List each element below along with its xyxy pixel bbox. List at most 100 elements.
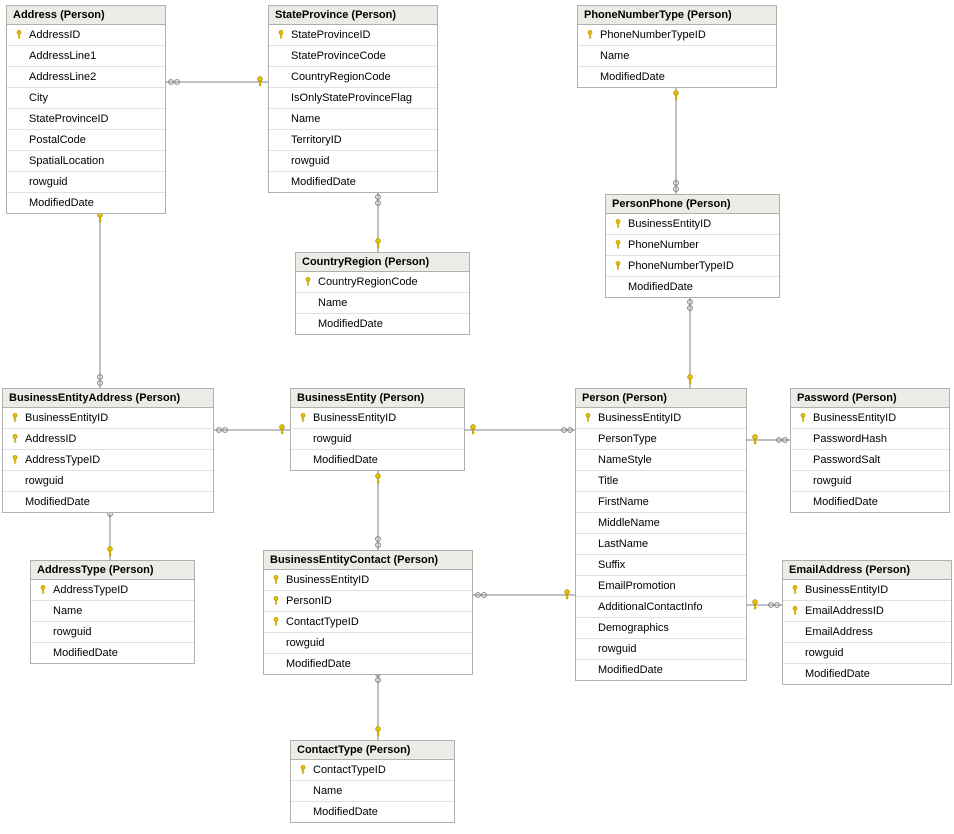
table-stateprovince[interactable]: StateProvince (Person)StateProvinceIDSta… <box>268 5 438 193</box>
table-column[interactable]: ModifiedDate <box>791 492 949 512</box>
table-column[interactable]: PhoneNumberTypeID <box>606 256 779 277</box>
table-header[interactable]: Password (Person) <box>791 389 949 408</box>
table-column[interactable]: ModifiedDate <box>578 67 776 87</box>
table-column[interactable]: AddressTypeID <box>31 580 194 601</box>
table-column[interactable]: MiddleName <box>576 513 746 534</box>
table-bec[interactable]: BusinessEntityContact (Person)BusinessEn… <box>263 550 473 675</box>
table-column[interactable]: CountryRegionCode <box>269 67 437 88</box>
table-header[interactable]: EmailAddress (Person) <box>783 561 951 580</box>
table-personphone[interactable]: PersonPhone (Person)BusinessEntityIDPhon… <box>605 194 780 298</box>
table-column[interactable]: Suffix <box>576 555 746 576</box>
table-column[interactable]: rowguid <box>7 172 165 193</box>
table-contacttype[interactable]: ContactType (Person)ContactTypeID Name Mod… <box>290 740 455 823</box>
table-countryregion[interactable]: CountryRegion (Person)CountryRegionCodeN… <box>295 252 470 335</box>
column-name: Name <box>598 48 629 64</box>
table-column[interactable]: ModifiedDate <box>3 492 213 512</box>
table-header[interactable]: PersonPhone (Person) <box>606 195 779 214</box>
table-column[interactable]: PersonID <box>264 591 472 612</box>
table-column[interactable]: Title <box>576 471 746 492</box>
table-column[interactable]: IsOnlyStateProvinceFlag <box>269 88 437 109</box>
table-header[interactable]: ContactType (Person) <box>291 741 454 760</box>
table-column[interactable]: SpatialLocation <box>7 151 165 172</box>
table-column[interactable]: Demographics <box>576 618 746 639</box>
table-column[interactable]: PhoneNumberTypeID <box>578 25 776 46</box>
column-name: AddressLine1 <box>27 48 96 64</box>
table-column[interactable]: ModifiedDate <box>7 193 165 213</box>
table-column[interactable]: ModifiedDate <box>296 314 469 334</box>
table-header[interactable]: AddressType (Person) <box>31 561 194 580</box>
table-column[interactable]: BusinessEntityID <box>576 408 746 429</box>
table-column[interactable]: PasswordSalt <box>791 450 949 471</box>
table-column[interactable]: rowguid <box>576 639 746 660</box>
table-column[interactable]: PostalCode <box>7 130 165 151</box>
table-column[interactable]: ModifiedDate <box>269 172 437 192</box>
table-person[interactable]: Person (Person)BusinessEntityIDPersonTyp… <box>575 388 747 681</box>
table-column[interactable]: Name <box>31 601 194 622</box>
table-column[interactable]: Name <box>291 781 454 802</box>
table-column[interactable]: ModifiedDate <box>606 277 779 297</box>
table-column[interactable]: ContactTypeID <box>291 760 454 781</box>
table-column[interactable]: ModifiedDate <box>291 450 464 470</box>
table-header[interactable]: StateProvince (Person) <box>269 6 437 25</box>
table-column[interactable]: StateProvinceCode <box>269 46 437 67</box>
table-column[interactable]: PasswordHash <box>791 429 949 450</box>
table-column[interactable]: AddressLine2 <box>7 67 165 88</box>
table-column[interactable]: StateProvinceID <box>269 25 437 46</box>
table-column[interactable]: rowguid <box>791 471 949 492</box>
table-header[interactable]: BusinessEntityAddress (Person) <box>3 389 213 408</box>
table-addresstype[interactable]: AddressType (Person)AddressTypeIDNamerow… <box>30 560 195 664</box>
table-header[interactable]: CountryRegion (Person) <box>296 253 469 272</box>
table-header[interactable]: BusinessEntityContact (Person) <box>264 551 472 570</box>
table-header[interactable]: Address (Person) <box>7 6 165 25</box>
table-column[interactable]: EmailAddressID <box>783 601 951 622</box>
table-column[interactable]: AddressID <box>7 25 165 46</box>
table-column[interactable]: Name <box>296 293 469 314</box>
table-column[interactable]: BusinessEntityID <box>3 408 213 429</box>
table-column[interactable]: TerritoryID <box>269 130 437 151</box>
table-header[interactable]: Person (Person) <box>576 389 746 408</box>
table-bea[interactable]: BusinessEntityAddress (Person)BusinessEn… <box>2 388 214 513</box>
table-header[interactable]: BusinessEntity (Person) <box>291 389 464 408</box>
table-column[interactable]: AddressTypeID <box>3 450 213 471</box>
table-column[interactable]: ContactTypeID <box>264 612 472 633</box>
table-password[interactable]: Password (Person)BusinessEntityIDPasswor… <box>790 388 950 513</box>
table-column[interactable]: BusinessEntityID <box>791 408 949 429</box>
table-column[interactable]: rowguid <box>783 643 951 664</box>
relationship-key-icon <box>753 435 758 444</box>
table-column[interactable]: PhoneNumber <box>606 235 779 256</box>
table-column[interactable]: Name <box>269 109 437 130</box>
table-column[interactable]: City <box>7 88 165 109</box>
table-column[interactable]: AdditionalContactInfo <box>576 597 746 618</box>
table-emailaddress[interactable]: EmailAddress (Person)BusinessEntityIDEma… <box>782 560 952 685</box>
table-column[interactable]: BusinessEntityID <box>264 570 472 591</box>
table-column[interactable]: BusinessEntityID <box>783 580 951 601</box>
table-column[interactable]: BusinessEntityID <box>606 214 779 235</box>
table-column[interactable]: ModifiedDate <box>31 643 194 663</box>
table-column[interactable]: EmailAddress <box>783 622 951 643</box>
table-column[interactable]: ModifiedDate <box>264 654 472 674</box>
table-column[interactable]: rowguid <box>3 471 213 492</box>
table-address[interactable]: Address (Person)AddressID AddressLine1 Add… <box>6 5 166 214</box>
table-column[interactable]: StateProvinceID <box>7 109 165 130</box>
table-column[interactable]: rowguid <box>291 429 464 450</box>
table-column[interactable]: ModifiedDate <box>291 802 454 822</box>
table-column[interactable]: NameStyle <box>576 450 746 471</box>
table-phonenumtype[interactable]: PhoneNumberType (Person)PhoneNumberTypeI… <box>577 5 777 88</box>
table-column[interactable]: rowguid <box>269 151 437 172</box>
column-name: Name <box>311 783 342 799</box>
table-column[interactable]: LastName <box>576 534 746 555</box>
table-header[interactable]: PhoneNumberType (Person) <box>578 6 776 25</box>
table-column[interactable]: ModifiedDate <box>576 660 746 680</box>
table-column[interactable]: CountryRegionCode <box>296 272 469 293</box>
table-column[interactable]: AddressLine1 <box>7 46 165 67</box>
table-column[interactable]: PersonType <box>576 429 746 450</box>
table-column[interactable]: AddressID <box>3 429 213 450</box>
table-column[interactable]: EmailPromotion <box>576 576 746 597</box>
table-column[interactable]: ModifiedDate <box>783 664 951 684</box>
table-column[interactable]: rowguid <box>31 622 194 643</box>
table-column[interactable]: rowguid <box>264 633 472 654</box>
table-column[interactable]: Name <box>578 46 776 67</box>
table-column[interactable]: BusinessEntityID <box>291 408 464 429</box>
table-column[interactable]: FirstName <box>576 492 746 513</box>
table-businessentity[interactable]: BusinessEntity (Person)BusinessEntityIDr… <box>290 388 465 471</box>
